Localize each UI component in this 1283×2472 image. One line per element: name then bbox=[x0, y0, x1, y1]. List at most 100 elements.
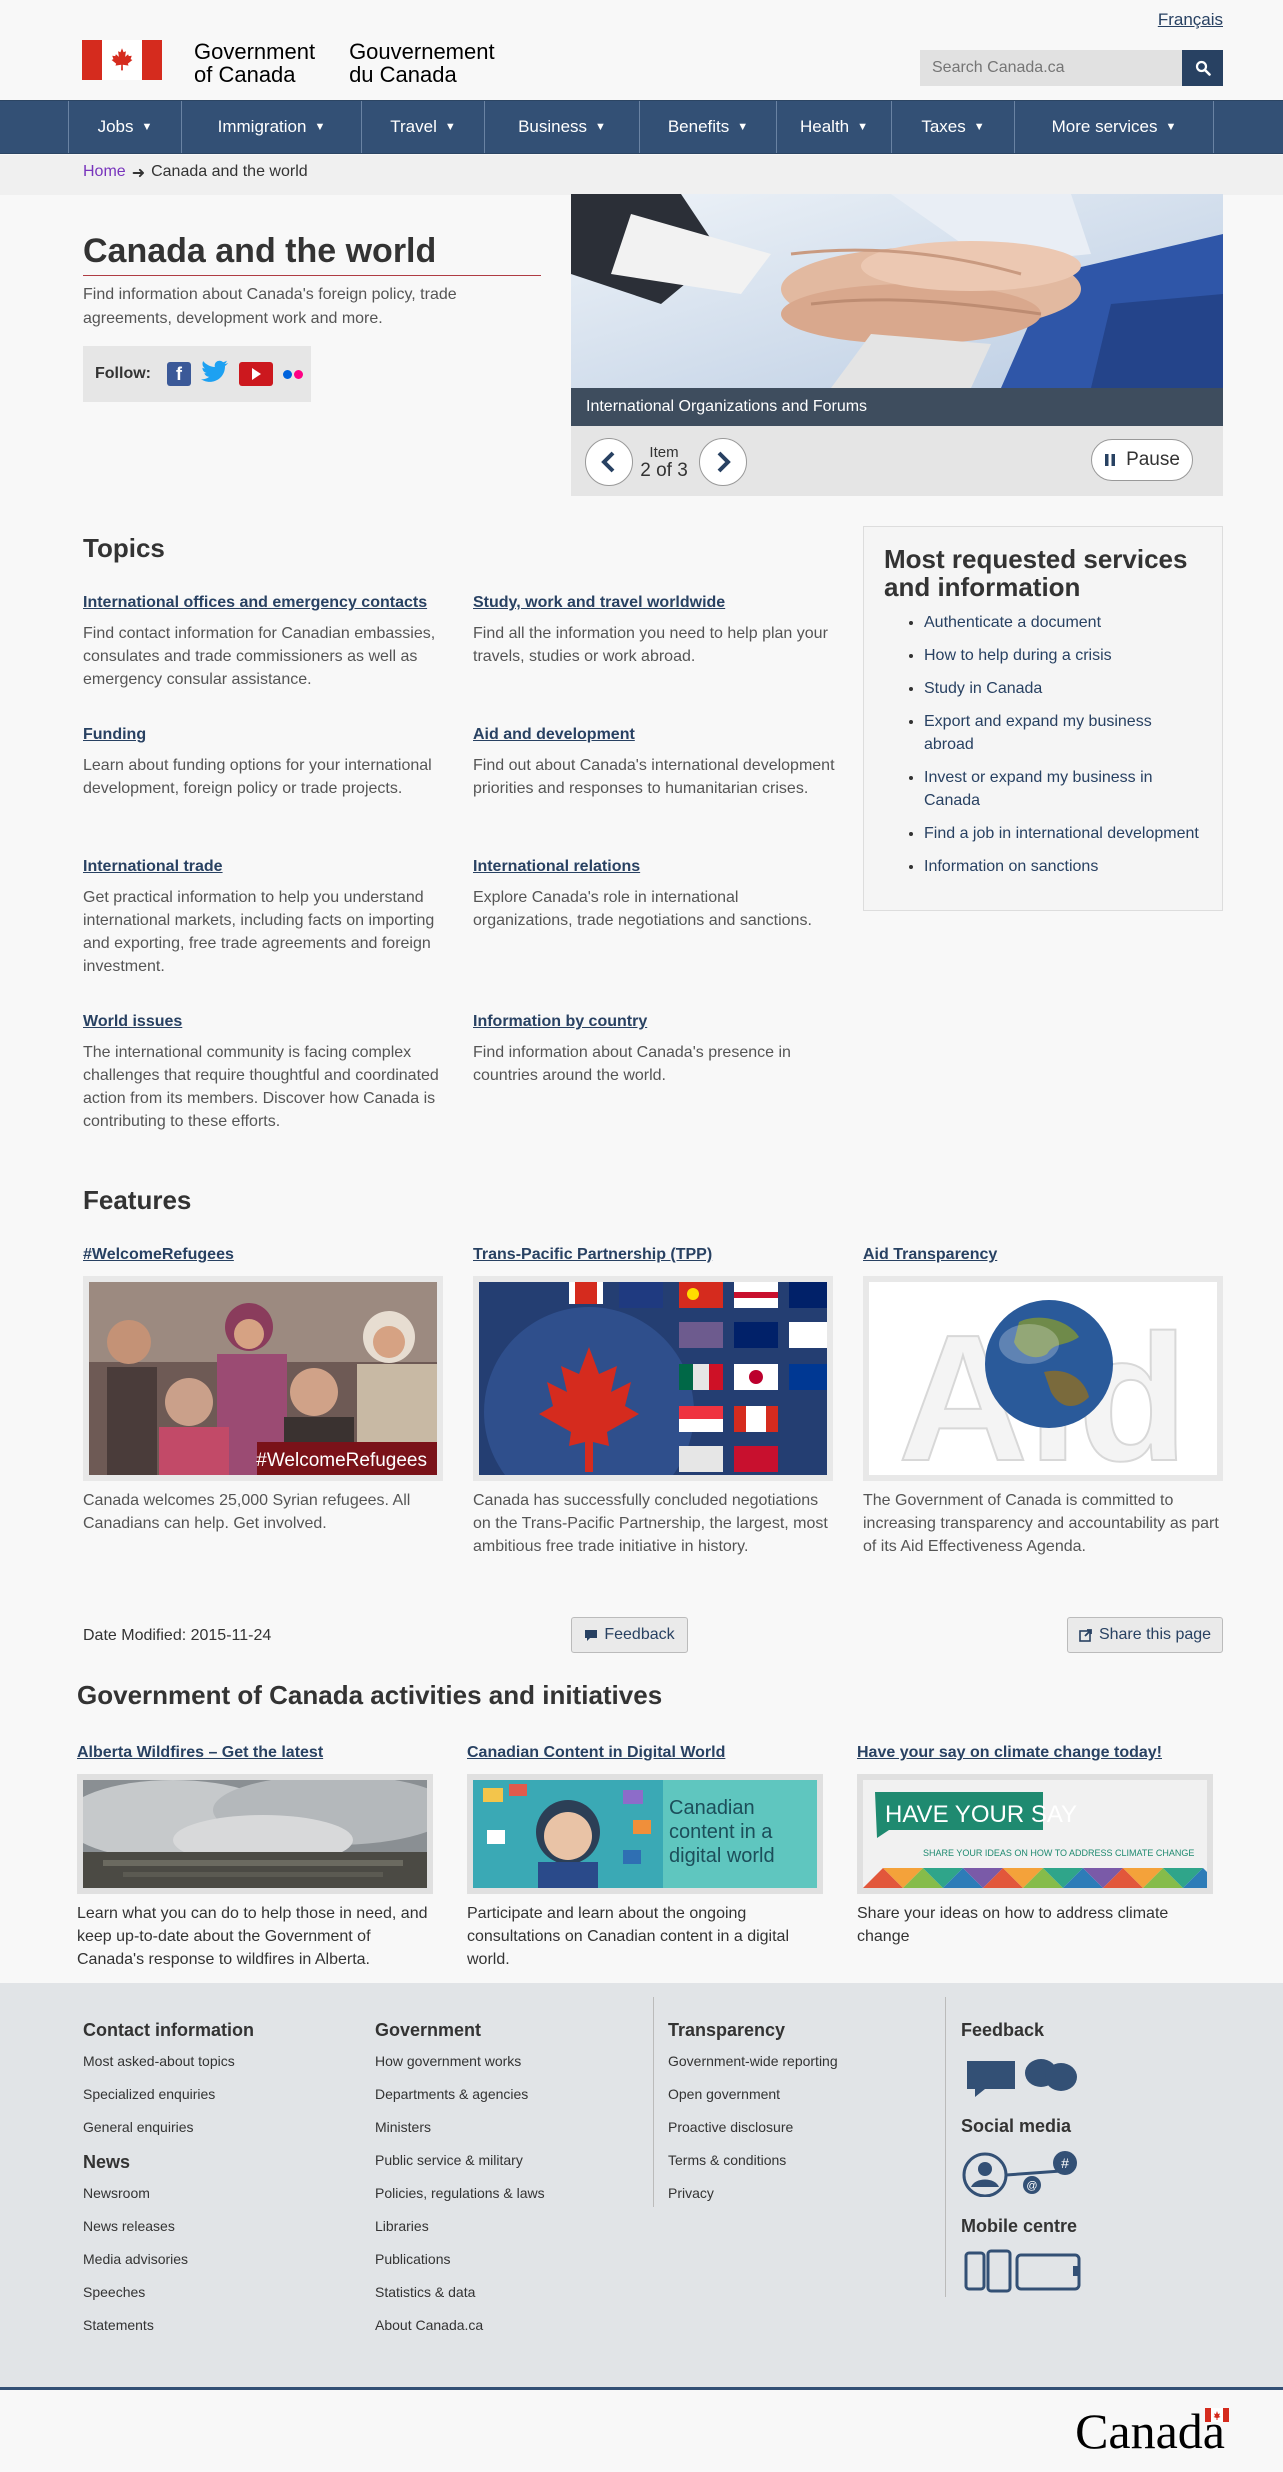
footer-heading[interactable]: Feedback bbox=[961, 2020, 1085, 2041]
footer-link[interactable]: Public service & military bbox=[375, 2152, 545, 2168]
comment-icon bbox=[585, 1629, 598, 1641]
menu-item-immigration[interactable]: Immigration ▼ bbox=[181, 101, 361, 153]
topic-link[interactable]: International relations bbox=[473, 858, 838, 876]
footer-link[interactable]: Speeches bbox=[83, 2284, 254, 2300]
topic-description: Find all the information you need to hel… bbox=[473, 625, 828, 665]
footer-link[interactable]: Privacy bbox=[668, 2185, 838, 2201]
topic-card: World issues The international community… bbox=[83, 1013, 448, 1133]
most-requested-heading: Most requested services and information bbox=[884, 544, 1188, 602]
topic-link[interactable]: International trade bbox=[83, 858, 448, 876]
date-modified: Date Modified: 2015-11-24 bbox=[83, 1627, 272, 1644]
chevron-down-icon: ▼ bbox=[857, 121, 869, 133]
menu-item-travel[interactable]: Travel ▼ bbox=[361, 101, 484, 153]
topic-link[interactable]: World issues bbox=[83, 1013, 448, 1031]
service-link[interactable]: Study in Canada bbox=[924, 680, 1042, 697]
service-link[interactable]: Invest or expand my business in Canada bbox=[924, 769, 1153, 809]
service-link[interactable]: How to help during a crisis bbox=[924, 647, 1112, 664]
activity-image-wildfires[interactable] bbox=[77, 1774, 433, 1894]
previous-button[interactable] bbox=[585, 438, 633, 486]
footer-link[interactable]: Proactive disclosure bbox=[668, 2119, 838, 2135]
most-requested-panel: Most requested services and information … bbox=[863, 526, 1223, 911]
footer-heading[interactable]: Social media bbox=[961, 2116, 1085, 2137]
menu-item-benefits[interactable]: Benefits ▼ bbox=[639, 101, 776, 153]
government-signature[interactable]: Government of Canada Gouvernement du Can… bbox=[82, 40, 495, 86]
footer-link[interactable]: Terms & conditions bbox=[668, 2152, 838, 2168]
feature-link[interactable]: Trans-Pacific Partnership (TPP) bbox=[473, 1246, 833, 1264]
menu-item-taxes[interactable]: Taxes ▼ bbox=[891, 101, 1014, 153]
service-link[interactable]: Export and expand my business abroad bbox=[924, 713, 1152, 753]
feature-image-refugees[interactable]: #WelcomeRefugees bbox=[83, 1276, 443, 1481]
feature-image-aid[interactable]: Aid bbox=[863, 1276, 1223, 1481]
activity-card: Alberta Wildfires – Get the latest Learn… bbox=[77, 1744, 433, 1971]
twitter-icon[interactable] bbox=[200, 360, 229, 389]
footer-link[interactable]: General enquiries bbox=[83, 2119, 254, 2135]
share-page-button[interactable]: Share this page bbox=[1067, 1617, 1223, 1653]
feedback-button[interactable]: Feedback bbox=[571, 1617, 688, 1653]
footer-link[interactable]: How government works bbox=[375, 2053, 545, 2069]
svg-text:content in a: content in a bbox=[669, 1821, 773, 1843]
chevron-down-icon: ▼ bbox=[314, 121, 326, 133]
search-button[interactable] bbox=[1182, 50, 1223, 86]
youtube-icon[interactable] bbox=[238, 362, 273, 386]
chevron-left-icon bbox=[601, 451, 615, 473]
footer-link[interactable]: Publications bbox=[375, 2251, 545, 2267]
service-link[interactable]: Information on sanctions bbox=[924, 858, 1098, 875]
menu-item-more-services[interactable]: More services ▼ bbox=[1014, 101, 1214, 153]
footer-link[interactable]: Libraries bbox=[375, 2218, 545, 2234]
footer-link[interactable]: Government-wide reporting bbox=[668, 2053, 838, 2069]
page-title: Canada and the world bbox=[83, 232, 437, 270]
menu-item-jobs[interactable]: Jobs ▼ bbox=[68, 101, 181, 153]
footer-link[interactable]: Most asked-about topics bbox=[83, 2053, 254, 2069]
footer-link[interactable]: Policies, regulations & laws bbox=[375, 2185, 545, 2201]
activity-link[interactable]: Alberta Wildfires – Get the latest bbox=[77, 1744, 433, 1762]
feature-link[interactable]: #WelcomeRefugees bbox=[83, 1246, 443, 1264]
footer-link[interactable]: Statistics & data bbox=[375, 2284, 545, 2300]
feature-link[interactable]: Aid Transparency bbox=[863, 1246, 1223, 1264]
chevron-down-icon: ▼ bbox=[141, 121, 153, 133]
carousel-image bbox=[571, 194, 1223, 388]
activity-image-digital-content[interactable]: Canadian content in a digital world bbox=[467, 1774, 823, 1894]
footer-heading: Government bbox=[375, 2020, 482, 2040]
topics-heading: Topics bbox=[83, 533, 165, 563]
feedback-icon[interactable] bbox=[961, 2053, 1085, 2102]
footer-link[interactable]: Departments & agencies bbox=[375, 2086, 545, 2102]
social-media-icon[interactable]: @ # bbox=[961, 2149, 1085, 2202]
footer-link[interactable]: Newsroom bbox=[83, 2185, 254, 2201]
facebook-icon[interactable]: f bbox=[166, 362, 191, 386]
topic-link[interactable]: Study, work and travel worldwide bbox=[473, 594, 838, 612]
footer-link[interactable]: Specialized enquiries bbox=[83, 2086, 254, 2102]
service-link[interactable]: Authenticate a document bbox=[924, 614, 1101, 631]
topic-card: Information by country Find information … bbox=[473, 1013, 838, 1087]
flickr-icon[interactable] bbox=[282, 369, 303, 379]
menu-item-business[interactable]: Business ▼ bbox=[484, 101, 639, 153]
mobile-devices-icon[interactable] bbox=[961, 2249, 1085, 2298]
activity-link[interactable]: Canadian Content in Digital World bbox=[467, 1744, 823, 1762]
feature-description: Canada has successfully concluded negoti… bbox=[473, 1492, 828, 1555]
carousel-caption[interactable]: International Organizations and Forums bbox=[571, 388, 1223, 426]
follow-label: Follow: bbox=[95, 365, 151, 382]
pause-icon bbox=[1105, 454, 1116, 466]
menu-item-health[interactable]: Health ▼ bbox=[776, 101, 891, 153]
feature-image-tpp[interactable] bbox=[473, 1276, 833, 1481]
activity-image-climate[interactable]: HAVE YOUR SAY SHARE YOUR IDEAS ON HOW TO… bbox=[857, 1774, 1213, 1894]
topic-link[interactable]: Information by country bbox=[473, 1013, 838, 1031]
footer-link[interactable]: Media advisories bbox=[83, 2251, 254, 2267]
footer-link[interactable]: About Canada.ca bbox=[375, 2317, 545, 2333]
activity-description: Learn what you can do to help those in n… bbox=[77, 1905, 428, 1968]
footer-link[interactable]: Statements bbox=[83, 2317, 254, 2333]
topic-link[interactable]: International offices and emergency cont… bbox=[83, 594, 448, 612]
breadcrumb-home-link[interactable]: Home bbox=[83, 163, 126, 183]
footer-link[interactable]: News releases bbox=[83, 2218, 254, 2234]
footer-link[interactable]: Ministers bbox=[375, 2119, 545, 2135]
footer-heading[interactable]: Mobile centre bbox=[961, 2216, 1085, 2237]
pause-button[interactable]: Pause bbox=[1091, 439, 1193, 481]
language-toggle-link[interactable]: Français bbox=[1158, 10, 1223, 30]
topic-link[interactable]: Aid and development bbox=[473, 726, 838, 744]
next-button[interactable] bbox=[699, 438, 747, 486]
search-input[interactable] bbox=[920, 50, 1182, 86]
footer-link[interactable]: Open government bbox=[668, 2086, 838, 2102]
activity-link[interactable]: Have your say on climate change today! bbox=[857, 1744, 1213, 1762]
service-link[interactable]: Find a job in international development bbox=[924, 825, 1199, 842]
topic-link[interactable]: Funding bbox=[83, 726, 448, 744]
footer-heading: News bbox=[83, 2152, 131, 2172]
